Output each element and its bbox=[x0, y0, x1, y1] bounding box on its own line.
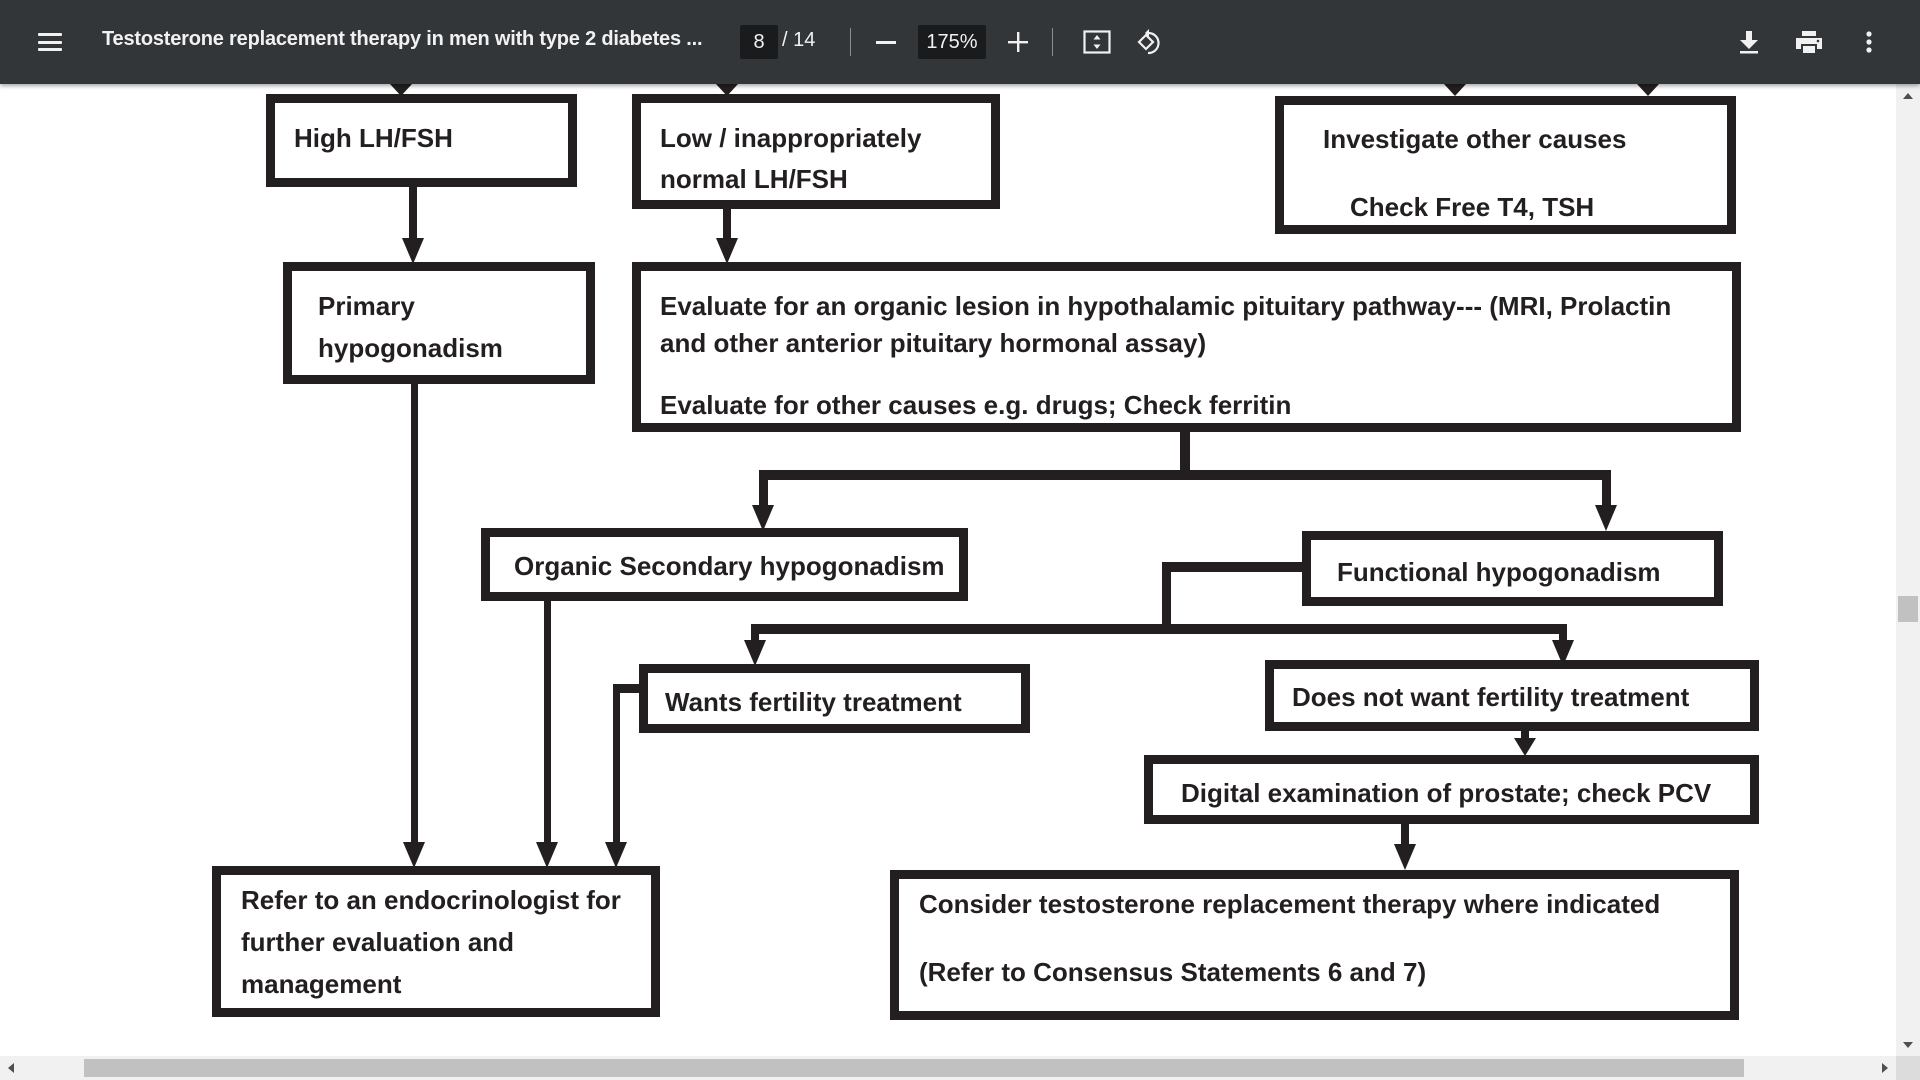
arrow-head bbox=[1595, 505, 1617, 531]
box-text: management bbox=[241, 969, 402, 999]
more-vertical-icon bbox=[1866, 31, 1872, 53]
arrow-head bbox=[1637, 84, 1659, 96]
page-number-input[interactable]: 8 bbox=[740, 25, 778, 59]
vertical-scrollbar[interactable] bbox=[1896, 84, 1920, 1056]
connector-line bbox=[613, 684, 620, 844]
box-text: further evaluation and bbox=[241, 927, 515, 957]
box-primary-hypogonadism: Primary hypogonadism bbox=[283, 262, 595, 384]
connector-line bbox=[1162, 562, 1303, 572]
connector-line bbox=[759, 470, 1611, 480]
arrow-head bbox=[536, 842, 558, 868]
connector-line bbox=[759, 470, 768, 510]
box-text: Wants fertility treatment bbox=[665, 687, 962, 717]
box-evaluate-organic-lesion: Evaluate for an organic lesion in hypoth… bbox=[632, 262, 1741, 432]
connector-line bbox=[1180, 432, 1190, 474]
horizontal-scrollbar[interactable] bbox=[0, 1056, 1896, 1080]
print-icon bbox=[1796, 31, 1822, 53]
more-actions-button[interactable] bbox=[1849, 22, 1889, 62]
connector-line bbox=[751, 624, 1567, 634]
box-text: normal LH/FSH bbox=[660, 164, 848, 194]
plus-icon bbox=[1008, 32, 1028, 52]
box-consider-trt: Consider testosterone replacement therap… bbox=[890, 870, 1739, 1020]
box-text: Does not want fertility treatment bbox=[1292, 682, 1690, 712]
fit-to-page-button[interactable] bbox=[1077, 22, 1117, 62]
toolbar-divider bbox=[1052, 28, 1053, 56]
box-functional-hypogonadism: Functional hypogonadism bbox=[1302, 531, 1723, 606]
box-text: Evaluate for other causes e.g. drugs; Ch… bbox=[660, 390, 1292, 420]
box-text: Low / inappropriately bbox=[660, 123, 922, 153]
toolbar-divider bbox=[850, 28, 851, 56]
download-button[interactable] bbox=[1729, 22, 1769, 62]
scroll-left-arrow-icon[interactable] bbox=[8, 1063, 14, 1073]
scrollbar-corner bbox=[1896, 1056, 1920, 1080]
page-total: / 14 bbox=[782, 29, 816, 51]
download-icon bbox=[1740, 31, 1758, 54]
arrow-head bbox=[716, 238, 738, 264]
zoom-level-input[interactable]: 175% bbox=[918, 25, 986, 59]
pdf-toolbar: Testosterone replacement therapy in men … bbox=[0, 0, 1920, 84]
arrow-head bbox=[605, 842, 627, 868]
menu-button[interactable] bbox=[30, 22, 70, 62]
connector-line bbox=[411, 384, 418, 844]
arrow-head bbox=[1394, 844, 1416, 870]
horizontal-scrollbar-thumb[interactable] bbox=[84, 1059, 1744, 1077]
box-text: hypogonadism bbox=[318, 333, 503, 363]
box-text: Primary bbox=[318, 291, 415, 321]
scroll-up-arrow-icon[interactable] bbox=[1903, 93, 1913, 99]
box-low-lh-fsh: Low / inappropriately normal LH/FSH bbox=[632, 94, 1000, 209]
flowchart: High LH/FSH Low / inappropriately normal… bbox=[0, 84, 1896, 1056]
box-text: High LH/FSH bbox=[294, 123, 453, 153]
box-wants-fertility-treatment: Wants fertility treatment bbox=[639, 664, 1030, 733]
scroll-right-arrow-icon[interactable] bbox=[1882, 1063, 1888, 1073]
box-does-not-want-fertility-treatment: Does not want fertility treatment bbox=[1265, 660, 1759, 731]
box-text: Check Free T4, TSH bbox=[1350, 192, 1595, 222]
fit-to-page-icon bbox=[1083, 30, 1111, 54]
scroll-down-arrow-icon[interactable] bbox=[1903, 1042, 1913, 1048]
minus-icon bbox=[876, 40, 896, 44]
connector-line bbox=[1162, 562, 1171, 632]
box-text: Digital examination of prostate; check P… bbox=[1181, 778, 1712, 808]
document-title: Testosterone replacement therapy in men … bbox=[102, 28, 703, 50]
box-refer-to-endocrinologist: Refer to an endocrinologist for further … bbox=[212, 866, 660, 1017]
box-digital-examination: Digital examination of prostate; check P… bbox=[1144, 755, 1759, 824]
hamburger-menu-icon bbox=[38, 33, 62, 51]
box-text: (Refer to Consensus Statements 6 and 7) bbox=[919, 957, 1427, 987]
box-text: and other anterior pituitary hormonal as… bbox=[660, 328, 1207, 358]
rotate-counterclockwise-icon bbox=[1137, 29, 1160, 55]
box-text: Organic Secondary hypogonadism bbox=[514, 551, 945, 581]
arrow-head bbox=[403, 842, 425, 868]
box-organic-secondary-hypogonadism: Organic Secondary hypogonadism bbox=[481, 528, 968, 601]
connector-line bbox=[544, 601, 551, 844]
box-text: Functional hypogonadism bbox=[1337, 557, 1661, 587]
zoom-out-button[interactable] bbox=[866, 22, 906, 62]
arrow-head bbox=[744, 640, 766, 666]
zoom-in-button[interactable] bbox=[998, 22, 1038, 62]
box-text: Consider testosterone replacement therap… bbox=[919, 889, 1661, 919]
box-text: Evaluate for an organic lesion in hypoth… bbox=[660, 291, 1672, 321]
arrow-head bbox=[1444, 84, 1466, 96]
arrow-head bbox=[1514, 738, 1536, 756]
rotate-button[interactable] bbox=[1131, 22, 1171, 62]
box-text: Investigate other causes bbox=[1323, 124, 1627, 154]
connector-line bbox=[409, 187, 417, 242]
box-high-lh-fsh: High LH/FSH bbox=[266, 94, 577, 187]
pdf-page-viewport: High LH/FSH Low / inappropriately normal… bbox=[0, 84, 1896, 1056]
vertical-scrollbar-thumb[interactable] bbox=[1898, 596, 1918, 622]
box-investigate-other-causes: Investigate other causes Check Free T4, … bbox=[1275, 96, 1736, 234]
print-button[interactable] bbox=[1789, 22, 1829, 62]
connector-line bbox=[1602, 470, 1611, 510]
box-text: Refer to an endocrinologist for bbox=[241, 885, 621, 915]
arrow-head bbox=[402, 238, 424, 264]
